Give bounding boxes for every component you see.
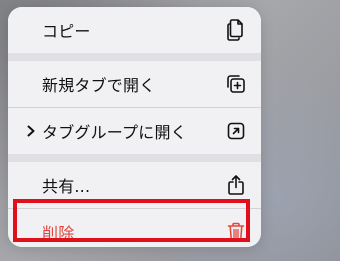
open-in-tab-group-menu-item[interactable]: タブグループに開く bbox=[8, 108, 261, 154]
menu-group-open: 新規タブで開く タブグループに開く bbox=[8, 61, 261, 154]
open-in-tab-group-label: タブグループに開く bbox=[42, 123, 187, 142]
open-in-new-tab-menu-item[interactable]: 新規タブで開く bbox=[8, 61, 261, 107]
delete-menu-item[interactable]: 削除 bbox=[8, 209, 261, 247]
share-menu-item[interactable]: 共有... bbox=[8, 162, 261, 208]
menu-separator bbox=[8, 154, 261, 162]
menu-separator bbox=[8, 53, 261, 61]
copy-menu-item[interactable]: コピー bbox=[8, 7, 261, 53]
menu-group-copy: コピー bbox=[8, 7, 261, 53]
delete-label: 削除 bbox=[42, 224, 75, 243]
open-arrow-square-icon bbox=[225, 120, 247, 142]
share-icon bbox=[225, 174, 247, 196]
new-tab-plus-icon bbox=[225, 73, 247, 95]
context-menu: コピー 新規タブで開く タブグループに開く 共有... 削除 bbox=[8, 7, 261, 247]
copy-icon bbox=[225, 19, 247, 41]
chevron-right-icon bbox=[25, 125, 37, 137]
copy-label: コピー bbox=[42, 22, 91, 41]
open-in-new-tab-label: 新規タブで開く bbox=[42, 76, 156, 95]
share-label: 共有... bbox=[42, 177, 91, 196]
menu-group-share: 共有... 削除 bbox=[8, 162, 261, 247]
trash-icon bbox=[225, 221, 247, 243]
